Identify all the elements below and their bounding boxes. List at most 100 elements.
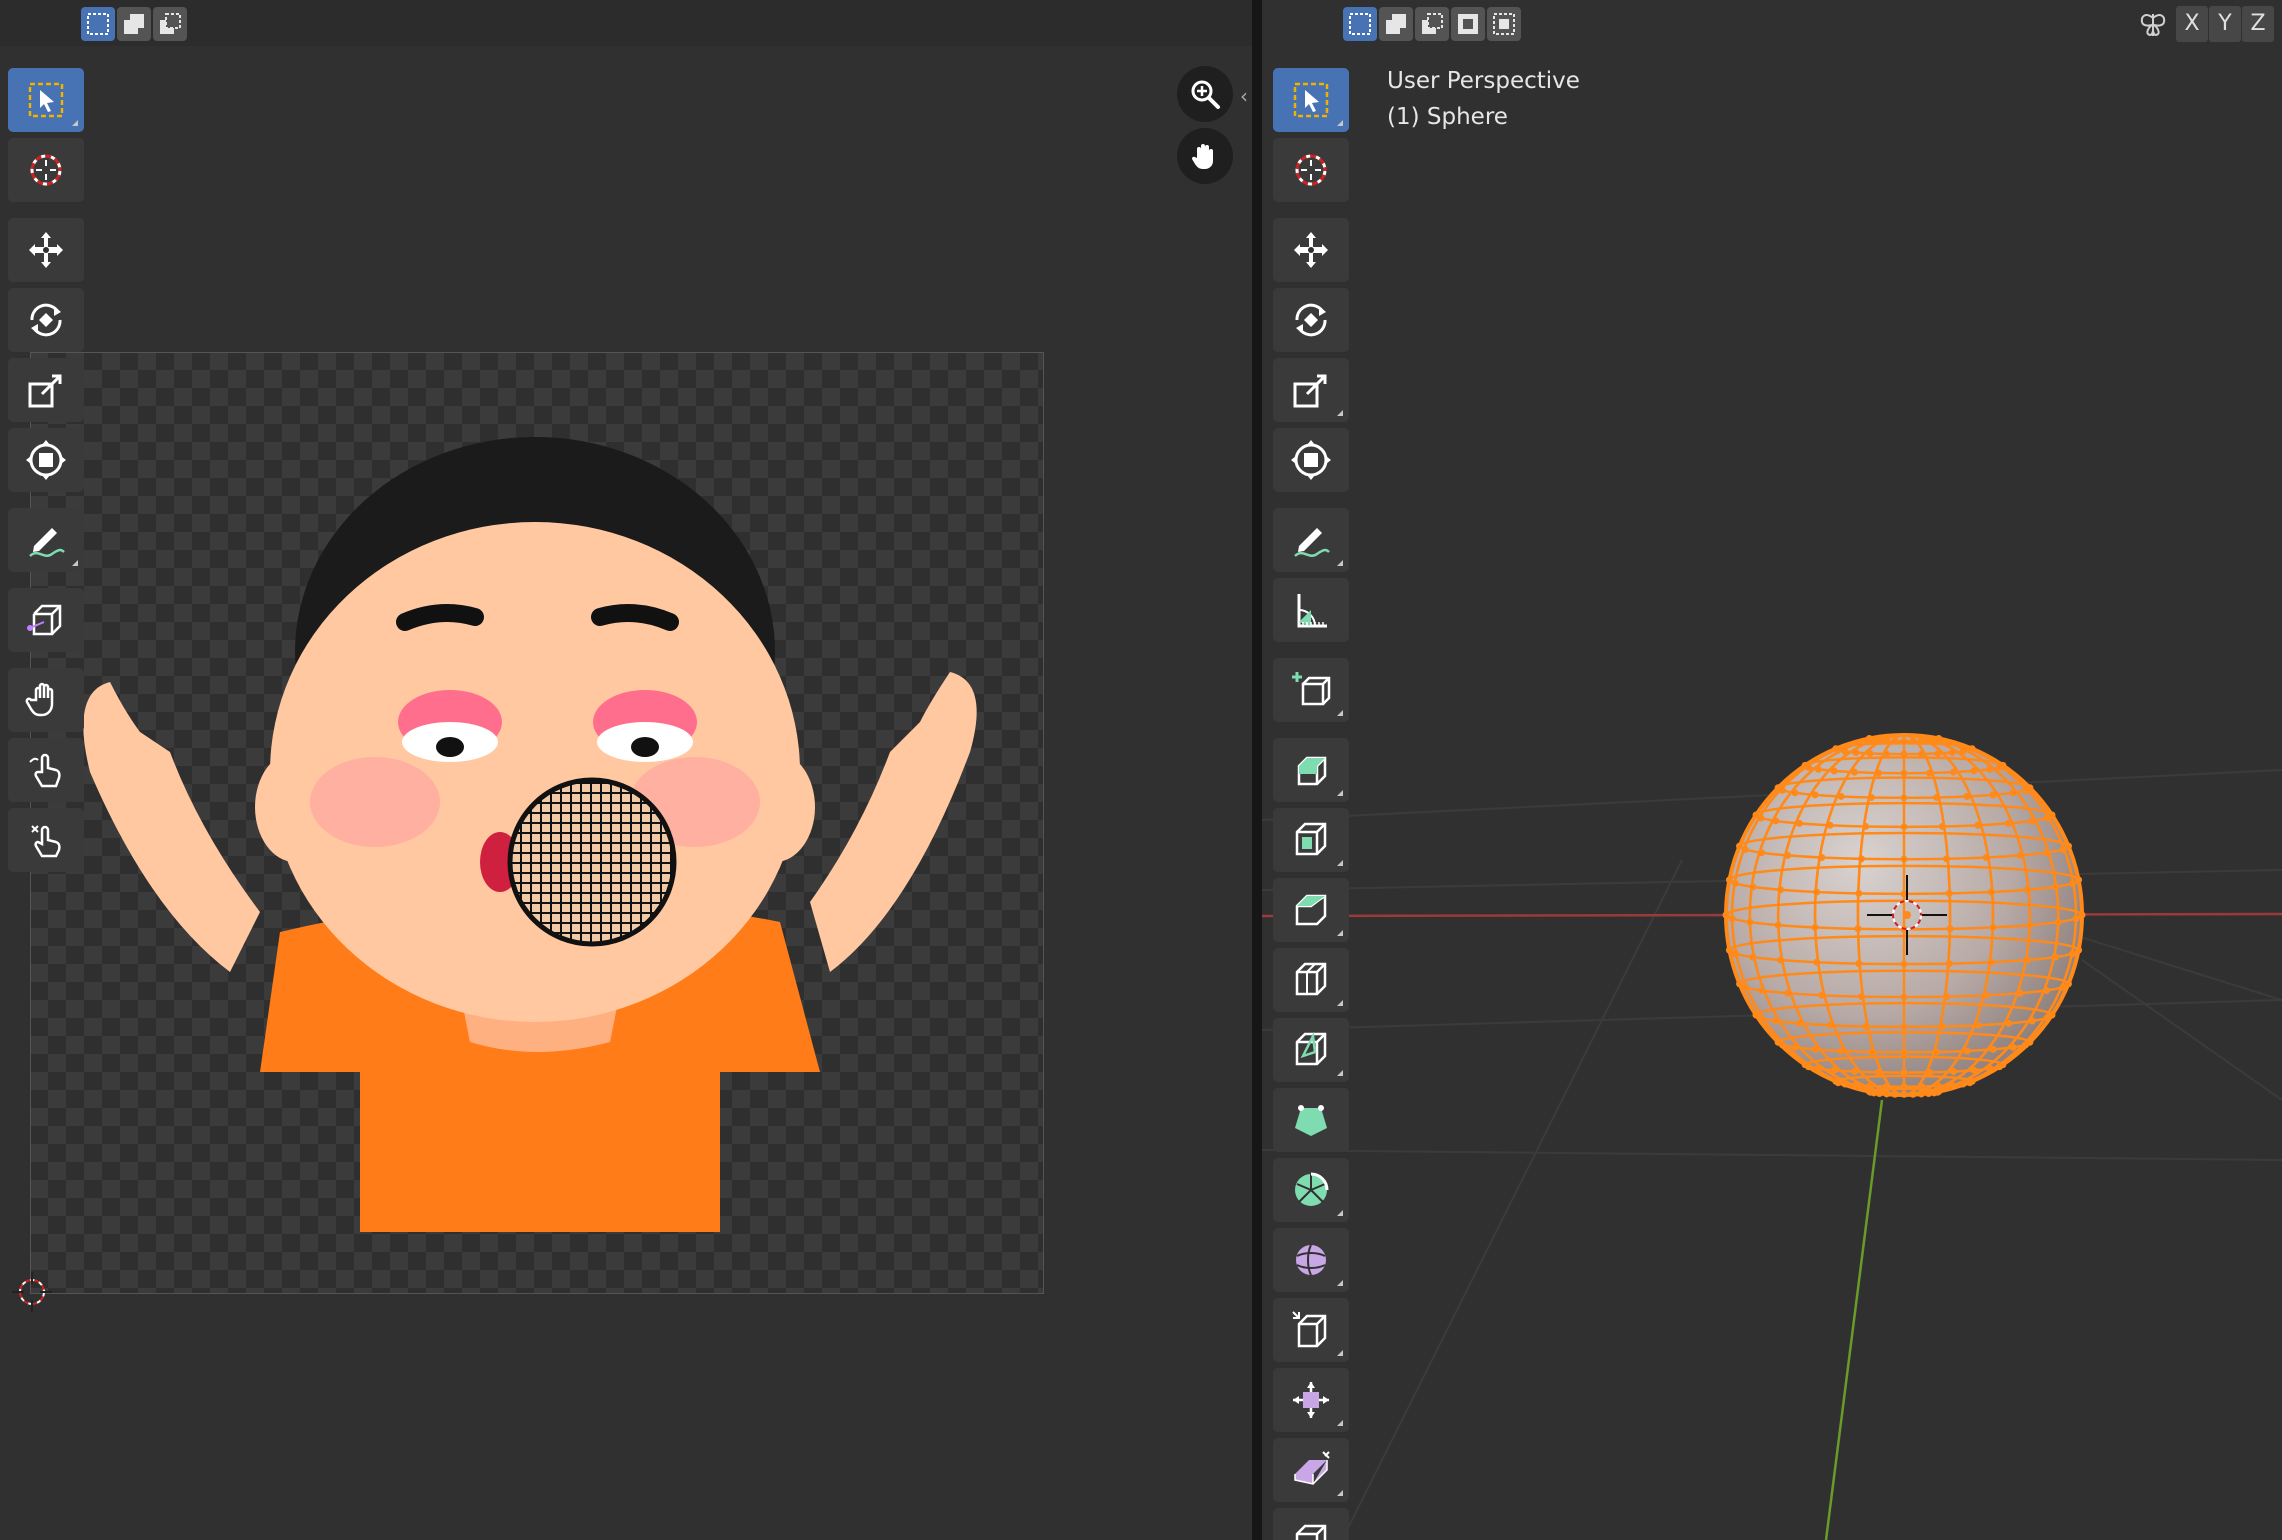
- sphere-vertex[interactable]: [1774, 921, 1782, 929]
- tool-transform[interactable]: [8, 428, 84, 492]
- sphere-vertex[interactable]: [1852, 1081, 1860, 1089]
- sphere-vertex[interactable]: [1811, 923, 1819, 931]
- sphere-vertex[interactable]: [1866, 749, 1874, 757]
- tool-poly-build[interactable]: [1273, 1088, 1349, 1152]
- sphere-vertex[interactable]: [2078, 911, 2086, 919]
- sphere-vertex[interactable]: [2075, 946, 2083, 954]
- sphere-vertex[interactable]: [1865, 1088, 1873, 1096]
- sphere-vertex[interactable]: [1974, 1021, 1982, 1029]
- sphere-vertex[interactable]: [1883, 1090, 1891, 1098]
- select-box-extend-icon[interactable]: [1379, 7, 1413, 41]
- sphere-vertex[interactable]: [1772, 1017, 1780, 1025]
- sphere-vertex[interactable]: [1918, 1083, 1926, 1091]
- sphere-vertex[interactable]: [1900, 1069, 1908, 1077]
- sphere-vertex[interactable]: [1963, 792, 1971, 800]
- sphere-vertex[interactable]: [1731, 950, 1739, 958]
- sphere-vertex[interactable]: [2042, 849, 2050, 857]
- sphere-vertex[interactable]: [2023, 956, 2031, 964]
- sphere-vertex[interactable]: [1795, 1019, 1803, 1027]
- sphere-vertex[interactable]: [1943, 855, 1951, 863]
- sphere-vertex[interactable]: [1814, 765, 1822, 773]
- sphere-vertex[interactable]: [2051, 883, 2059, 891]
- sphere-vertex[interactable]: [2016, 989, 2024, 997]
- sphere-vertex[interactable]: [1777, 886, 1785, 894]
- sphere-vertex[interactable]: [2059, 846, 2067, 854]
- tool-shrink-fatten[interactable]: [1273, 1368, 1349, 1432]
- uv-editor[interactable]: ‹: [0, 0, 1252, 1540]
- sphere-vertex[interactable]: [1852, 749, 1860, 757]
- sphere-vertex[interactable]: [1900, 769, 1908, 777]
- sphere-vertex[interactable]: [2022, 786, 2030, 794]
- pan-button[interactable]: [1177, 128, 1233, 184]
- sphere-vertex[interactable]: [1909, 1090, 1917, 1098]
- sphere-vertex[interactable]: [1725, 876, 1733, 884]
- sphere-vertex[interactable]: [1996, 763, 2004, 771]
- sphere-vertex[interactable]: [1948, 1081, 1956, 1089]
- mirror-y-toggle[interactable]: Y: [2209, 6, 2241, 42]
- sphere-vertex[interactable]: [1791, 789, 1799, 797]
- sphere-vertex[interactable]: [1818, 854, 1826, 862]
- tool-rotate[interactable]: [8, 288, 84, 352]
- sphere-vertex[interactable]: [1826, 821, 1834, 829]
- select-box-extend-icon[interactable]: [117, 7, 151, 41]
- sphere-vertex[interactable]: [1949, 1068, 1957, 1076]
- sphere-vertex[interactable]: [2054, 918, 2062, 926]
- sphere-vertex[interactable]: [1989, 791, 1997, 799]
- sphere-vertex[interactable]: [1801, 1061, 1809, 1069]
- sphere-vertex[interactable]: [1933, 1048, 1941, 1056]
- sphere-vertex[interactable]: [1900, 1023, 1908, 1031]
- sphere-vertex[interactable]: [1882, 750, 1890, 758]
- select-box-subtract-icon[interactable]: [1415, 7, 1449, 41]
- sphere-vertex[interactable]: [1857, 993, 1865, 1001]
- sphere-vertex[interactable]: [1900, 960, 1908, 968]
- sphere-vertex[interactable]: [1867, 1048, 1875, 1056]
- sphere-vertex[interactable]: [2026, 921, 2034, 929]
- sphere-vertex[interactable]: [1830, 767, 1838, 775]
- sphere-vertex[interactable]: [1746, 918, 1754, 926]
- sphere-vertex[interactable]: [2016, 851, 2024, 859]
- tool-scale[interactable]: [1273, 358, 1349, 422]
- sphere-vertex[interactable]: [1865, 734, 1873, 742]
- sphere-vertex[interactable]: [1917, 1090, 1925, 1098]
- sphere-vertex[interactable]: [1855, 889, 1863, 897]
- sphere-vertex[interactable]: [1963, 1047, 1971, 1055]
- mirror-z-toggle[interactable]: Z: [2242, 6, 2274, 42]
- sphere-vertex[interactable]: [2009, 789, 2017, 797]
- tool-annotate[interactable]: [1273, 508, 1349, 572]
- mirror-x-toggle[interactable]: X: [2176, 6, 2208, 42]
- sphere-vertex[interactable]: [1774, 1038, 1782, 1046]
- sphere-vertex[interactable]: [1857, 855, 1865, 863]
- sphere-vertex[interactable]: [1851, 768, 1859, 776]
- tool-scale[interactable]: [8, 358, 84, 422]
- sphere-vertex[interactable]: [1772, 817, 1780, 825]
- tool-extrude-region[interactable]: [1273, 738, 1349, 802]
- tool-cursor[interactable]: [1273, 138, 1349, 202]
- sphere-vertex[interactable]: [1818, 991, 1826, 999]
- sphere-vertex[interactable]: [2028, 1017, 2036, 1025]
- sphere-vertex[interactable]: [2005, 1019, 2013, 1027]
- sphere-vertex[interactable]: [1731, 879, 1739, 887]
- tool-spin[interactable]: [1273, 1158, 1349, 1222]
- select-box-difference-icon[interactable]: [1451, 7, 1485, 41]
- sphere-vertex[interactable]: [1970, 1066, 1978, 1074]
- sphere-vertex[interactable]: [1811, 1045, 1819, 1053]
- sphere-vertex[interactable]: [1777, 956, 1785, 964]
- sphere-vertex[interactable]: [1837, 792, 1845, 800]
- sphere-vertex[interactable]: [1933, 793, 1941, 801]
- tool-annotate[interactable]: [8, 508, 84, 572]
- sphere-vertex[interactable]: [1996, 1063, 2004, 1071]
- sphere-vertex[interactable]: [1900, 855, 1908, 863]
- sphere-vertex[interactable]: [2028, 817, 2036, 825]
- sphere-vertex[interactable]: [1883, 737, 1891, 745]
- area-splitter[interactable]: [1252, 0, 1262, 1540]
- tool-bevel[interactable]: [1273, 878, 1349, 942]
- sphere-vertex[interactable]: [1945, 889, 1953, 897]
- sphere-vertex[interactable]: [1841, 1080, 1849, 1088]
- sphere-vertex[interactable]: [2069, 879, 2077, 887]
- sphere-vertex[interactable]: [1795, 819, 1803, 827]
- sphere-vertex[interactable]: [1900, 1090, 1908, 1098]
- sphere-vertex[interactable]: [2042, 986, 2050, 994]
- sphere-vertex[interactable]: [1989, 1045, 1997, 1053]
- sphere-vertex[interactable]: [1909, 737, 1917, 745]
- sphere-vertex[interactable]: [1986, 1065, 1994, 1073]
